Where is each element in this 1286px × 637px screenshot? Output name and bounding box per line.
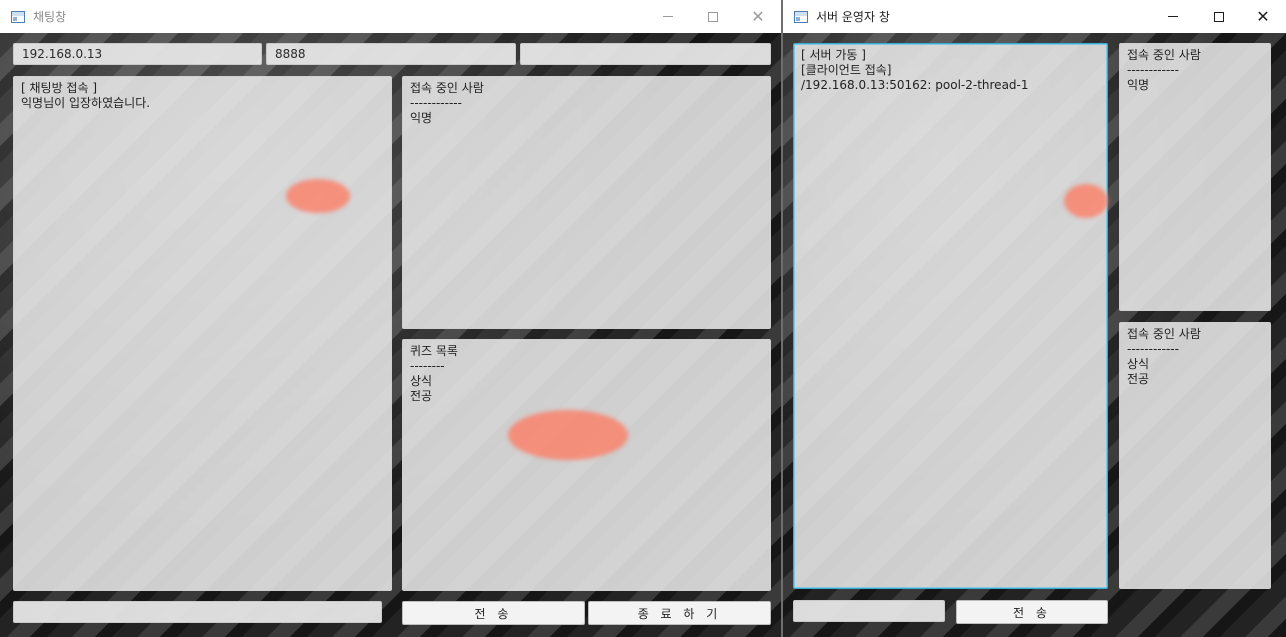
user-item: 익명 bbox=[1127, 78, 1150, 92]
minimize-icon bbox=[663, 16, 673, 17]
server-window-client: [ 서버 가동 ] [클라이언트 접속] /192.168.0.13:50162… bbox=[783, 33, 1286, 637]
name-input[interactable] bbox=[520, 43, 771, 65]
send-button[interactable]: 전 송 bbox=[402, 601, 585, 625]
chat-window: 채팅창 ✕ 192.168.0.13 8888 [ 채팅방 접속 ] 익명님이 … bbox=[0, 0, 781, 637]
chat-window-title: 채팅창 bbox=[33, 10, 67, 24]
server-log-line: [클라이언트 접속] bbox=[801, 63, 892, 77]
server-send-button[interactable]: 전 송 bbox=[956, 600, 1108, 624]
users-panel-divider: ------------ bbox=[1127, 63, 1179, 77]
server-log-area[interactable]: [ 서버 가동 ] [클라이언트 접속] /192.168.0.13:50162… bbox=[793, 43, 1108, 589]
exit-button[interactable]: 종 료 하 기 bbox=[588, 601, 771, 625]
users-panel-divider: ------------ bbox=[410, 96, 462, 110]
quiz-panel-header: 퀴즈 목록 bbox=[410, 344, 458, 358]
close-button[interactable]: ✕ bbox=[1240, 0, 1286, 33]
server-window: 서버 운영자 창 ✕ [ 서버 가동 ] [클라이언트 접속] /192.168… bbox=[783, 0, 1286, 637]
users-panel[interactable]: 접속 중인 사람 ------------ 익명 bbox=[402, 76, 771, 329]
minimize-button[interactable] bbox=[645, 0, 691, 33]
users-panel-header: 접속 중인 사람 bbox=[410, 81, 484, 95]
maximize-icon bbox=[708, 11, 718, 22]
chat-log-line: [ 채팅방 접속 ] bbox=[21, 81, 98, 95]
users-panel-header: 접속 중인 사람 bbox=[1127, 48, 1201, 62]
close-icon: ✕ bbox=[1256, 6, 1270, 26]
chat-log-line: 익명님이 입장하였습니다. bbox=[21, 96, 151, 110]
quiz-item: 전공 bbox=[410, 389, 433, 403]
decorative-question-mark bbox=[286, 179, 350, 213]
topic-item: 상식 bbox=[1127, 357, 1150, 371]
quiz-item: 상식 bbox=[410, 374, 433, 388]
server-users-panel[interactable]: 접속 중인 사람 ------------ 익명 bbox=[1119, 43, 1271, 311]
port-input[interactable]: 8888 bbox=[266, 43, 516, 65]
chat-window-titlebar[interactable]: 채팅창 ✕ bbox=[0, 0, 781, 33]
quiz-panel[interactable]: 퀴즈 목록 -------- 상식 전공 bbox=[402, 339, 771, 591]
server-topics-panel[interactable]: 접속 중인 사람 ------------ 상식 전공 bbox=[1119, 322, 1271, 589]
maximize-icon bbox=[1214, 11, 1224, 22]
server-log-line: /192.168.0.13:50162: pool-2-thread-1 bbox=[801, 78, 1029, 92]
chat-window-client: 192.168.0.13 8888 [ 채팅방 접속 ] 익명님이 입장하였습니… bbox=[0, 33, 781, 637]
chat-log-area[interactable]: [ 채팅방 접속 ] 익명님이 입장하였습니다. bbox=[13, 76, 392, 591]
maximize-button[interactable] bbox=[1196, 0, 1242, 33]
window-app-icon bbox=[794, 10, 808, 23]
close-icon: ✕ bbox=[751, 6, 765, 26]
server-message-input[interactable] bbox=[793, 600, 945, 622]
server-window-title: 서버 운영자 창 bbox=[816, 10, 890, 24]
server-log-line: [ 서버 가동 ] bbox=[801, 48, 866, 62]
maximize-button[interactable] bbox=[690, 0, 736, 33]
topics-panel-divider: ------------ bbox=[1127, 342, 1179, 356]
minimize-icon bbox=[1168, 16, 1178, 17]
message-input[interactable] bbox=[13, 601, 382, 623]
window-app-icon bbox=[11, 10, 25, 23]
user-item: 익명 bbox=[410, 111, 433, 125]
decorative-question-mark bbox=[1064, 184, 1108, 218]
ip-input[interactable]: 192.168.0.13 bbox=[13, 43, 262, 65]
topics-panel-header: 접속 중인 사람 bbox=[1127, 327, 1201, 341]
minimize-button[interactable] bbox=[1150, 0, 1196, 33]
server-window-titlebar[interactable]: 서버 운영자 창 ✕ bbox=[783, 0, 1286, 33]
topic-item: 전공 bbox=[1127, 372, 1150, 386]
quiz-panel-divider: -------- bbox=[410, 359, 445, 373]
close-button[interactable]: ✕ bbox=[735, 0, 781, 33]
decorative-question-mark bbox=[508, 410, 628, 460]
